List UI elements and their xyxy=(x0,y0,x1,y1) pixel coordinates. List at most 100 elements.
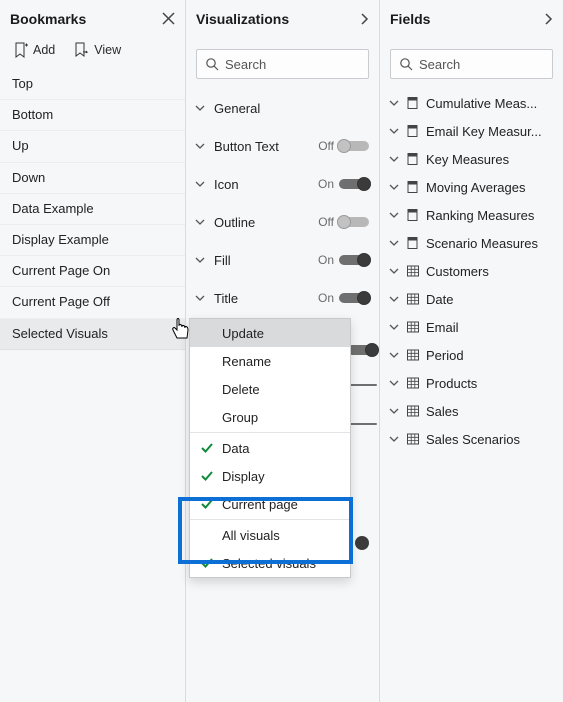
table-icon xyxy=(406,320,420,334)
field-item[interactable]: Sales Scenarios xyxy=(380,425,563,453)
switch-track xyxy=(339,179,369,189)
toggle-state-label: On xyxy=(318,291,334,305)
chevron-down-icon xyxy=(388,405,400,417)
chevron-down-icon xyxy=(388,181,400,193)
table-icon xyxy=(406,432,420,446)
context-menu-separator xyxy=(190,432,350,433)
view-button[interactable]: View xyxy=(73,42,121,58)
field-label: Email Key Measur... xyxy=(426,124,555,139)
format-option-row[interactable]: Button TextOff xyxy=(186,127,379,165)
context-menu-item[interactable]: Data xyxy=(190,434,350,462)
field-item[interactable]: Email xyxy=(380,313,563,341)
visualizations-search-input[interactable]: Search xyxy=(196,49,369,79)
context-menu-item-label: Selected visuals xyxy=(222,556,316,571)
toggle-state-label: Off xyxy=(318,215,334,229)
bookmark-item[interactable]: Down xyxy=(0,163,185,194)
context-menu-item[interactable]: Update xyxy=(190,319,350,347)
bookmark-item[interactable]: Current Page Off xyxy=(0,287,185,318)
chevron-down-icon xyxy=(388,433,400,445)
view-button-label: View xyxy=(94,43,121,57)
format-option-toggle[interactable]: On xyxy=(311,291,369,305)
format-option-row[interactable]: TitleOn xyxy=(186,279,379,317)
measure-icon xyxy=(406,124,420,138)
context-menu-separator xyxy=(190,519,350,520)
field-item[interactable]: Key Measures xyxy=(380,145,563,173)
table-icon xyxy=(406,348,420,362)
format-option-toggle[interactable]: On xyxy=(311,177,369,191)
chevron-down-icon xyxy=(194,140,206,152)
fields-title: Fields xyxy=(390,11,430,27)
context-menu-item[interactable]: Rename xyxy=(190,347,350,375)
field-item[interactable]: Email Key Measur... xyxy=(380,117,563,145)
chevron-down-icon xyxy=(194,292,206,304)
field-item[interactable]: Products xyxy=(380,369,563,397)
switch-track xyxy=(339,141,369,151)
format-options-list: General Button TextOff Icon On Outline Off Fil… xyxy=(186,85,379,321)
chevron-down-icon xyxy=(388,265,400,277)
chevron-down-icon xyxy=(388,377,400,389)
bookmark-item[interactable]: Display Example xyxy=(0,225,185,256)
format-option-row[interactable]: General xyxy=(186,89,379,127)
bookmark-item[interactable]: Data Example xyxy=(0,194,185,225)
chevron-down-icon xyxy=(388,321,400,333)
bookmarks-toolbar: Add View xyxy=(0,37,185,67)
bookmark-item[interactable]: Bottom xyxy=(0,100,185,131)
bookmark-item[interactable]: Current Page On xyxy=(0,256,185,287)
field-item[interactable]: Ranking Measures xyxy=(380,201,563,229)
context-menu-item[interactable]: Display xyxy=(190,462,350,490)
context-menu-item[interactable]: Group xyxy=(190,403,350,431)
table-icon xyxy=(406,404,420,418)
bookmark-item[interactable]: Selected Visuals xyxy=(0,319,185,350)
context-menu-item-label: All visuals xyxy=(222,528,280,543)
bookmark-add-icon xyxy=(14,42,28,58)
format-option-label: General xyxy=(214,101,369,116)
context-menu-item-label: Current page xyxy=(222,497,298,512)
field-item[interactable]: Period xyxy=(380,341,563,369)
context-menu-item[interactable]: Current page xyxy=(190,490,350,518)
add-button-label: Add xyxy=(33,43,55,57)
field-label: Scenario Measures xyxy=(426,236,555,251)
check-icon xyxy=(200,498,214,510)
visualizations-title: Visualizations xyxy=(196,11,289,27)
format-option-toggle[interactable]: Off xyxy=(311,215,369,229)
field-item[interactable]: Date xyxy=(380,285,563,313)
switch-track xyxy=(339,217,369,227)
context-menu-item[interactable]: All visuals xyxy=(190,521,350,549)
format-option-row[interactable]: Fill On xyxy=(186,241,379,279)
format-option-label: Fill xyxy=(214,253,303,268)
format-option-label: Icon xyxy=(214,177,303,192)
bookmark-list: TopBottomUpDownData ExampleDisplay Examp… xyxy=(0,67,185,352)
context-menu-item[interactable]: Selected visuals xyxy=(190,549,350,577)
visualizations-header: Visualizations xyxy=(186,0,379,37)
field-item[interactable]: Customers xyxy=(380,257,563,285)
context-menu-item-label: Rename xyxy=(222,354,271,369)
bookmark-item[interactable]: Top xyxy=(0,69,185,100)
measure-icon xyxy=(406,236,420,250)
field-label: Date xyxy=(426,292,555,307)
chevron-down-icon xyxy=(388,209,400,221)
field-item[interactable]: Scenario Measures xyxy=(380,229,563,257)
toggle-state-label: On xyxy=(318,253,334,267)
field-item[interactable]: Moving Averages xyxy=(380,173,563,201)
check-icon xyxy=(200,557,214,569)
fields-search-input[interactable]: Search xyxy=(390,49,553,79)
chevron-down-icon xyxy=(388,293,400,305)
collapse-icon[interactable] xyxy=(543,12,553,26)
search-icon xyxy=(205,57,219,71)
format-option-row[interactable]: Icon On xyxy=(186,165,379,203)
format-option-label: Outline xyxy=(214,215,303,230)
field-item[interactable]: Cumulative Meas... xyxy=(380,89,563,117)
bookmark-item[interactable]: Up xyxy=(0,131,185,162)
context-menu-item-label: Update xyxy=(222,326,264,341)
format-option-toggle[interactable]: On xyxy=(311,253,369,267)
context-menu-item[interactable]: Delete xyxy=(190,375,350,403)
close-icon[interactable] xyxy=(162,12,175,25)
add-button[interactable]: Add xyxy=(14,42,55,58)
collapse-icon[interactable] xyxy=(359,12,369,26)
format-option-toggle[interactable]: Off xyxy=(311,139,369,153)
toggle-state-label: On xyxy=(318,177,334,191)
format-option-row[interactable]: Outline Off xyxy=(186,203,379,241)
context-menu-item-label: Group xyxy=(222,410,258,425)
field-item[interactable]: Sales xyxy=(380,397,563,425)
chevron-down-icon xyxy=(388,153,400,165)
